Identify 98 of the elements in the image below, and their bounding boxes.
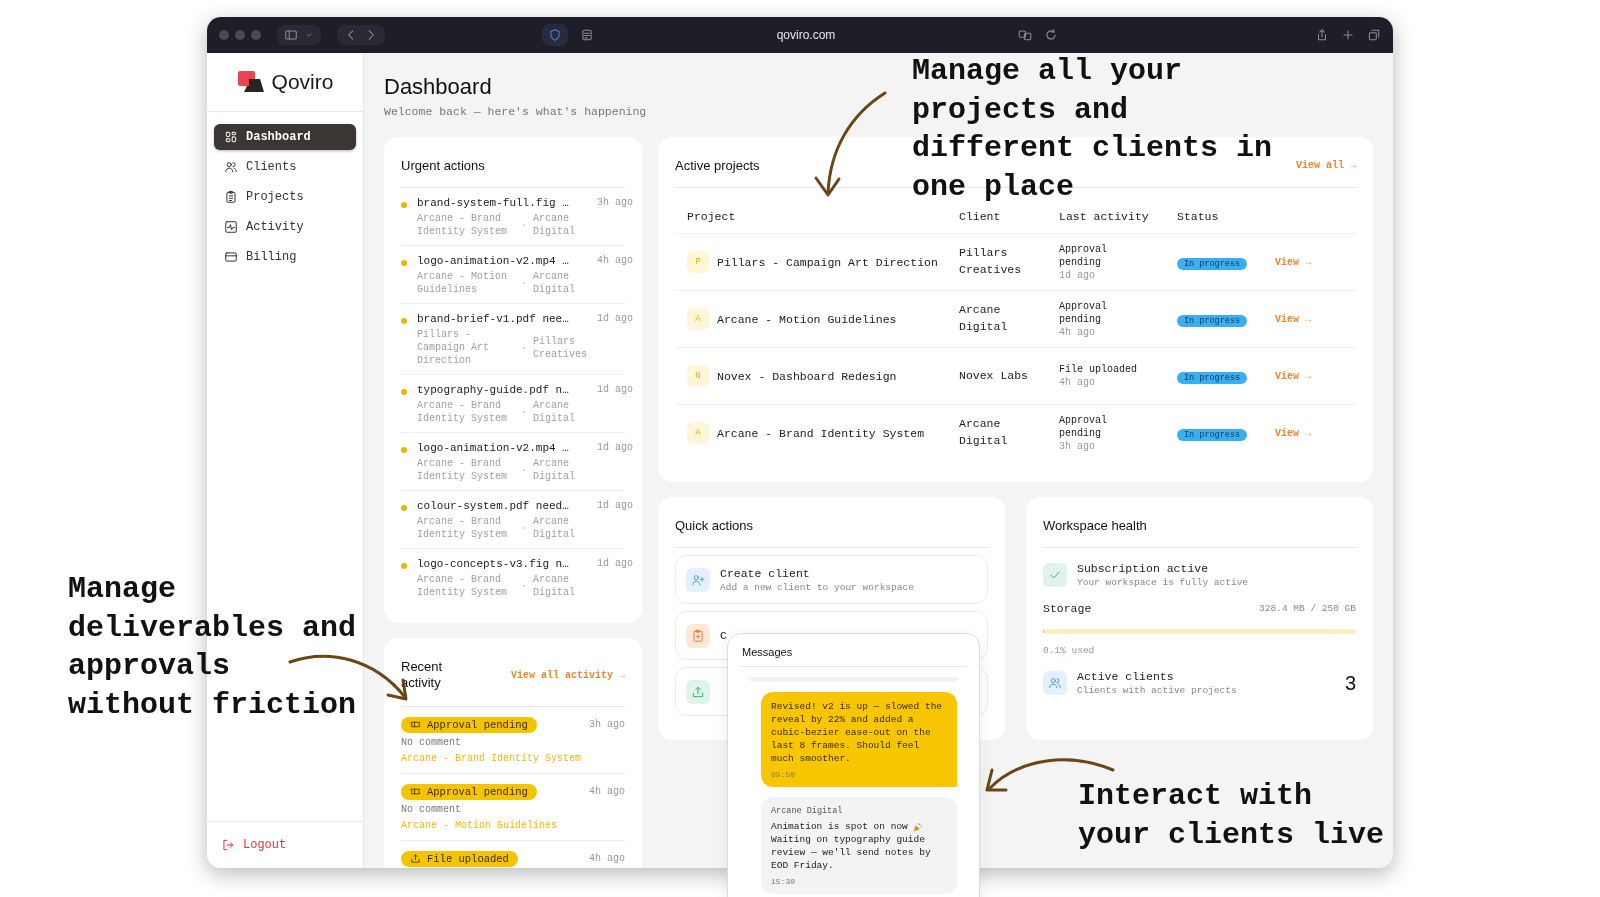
action-title: C — [720, 629, 728, 642]
annotation-text: Manage — [68, 571, 177, 608]
file-name: brand-system-full.fig … — [417, 197, 570, 209]
card-title: Active projects — [675, 158, 760, 173]
client-name: Arcane Digital — [533, 515, 576, 541]
status-badge: In progress — [1177, 429, 1248, 441]
client-name: Arcane Digital — [533, 270, 576, 296]
timestamp: 3h ago — [1059, 439, 1096, 453]
project-name: Arcane - Brand Identity System — [417, 515, 508, 541]
action-title: Create client — [720, 566, 811, 580]
action-description: Add a new client to your workspace — [720, 581, 915, 593]
status-badge: In progress — [1177, 258, 1248, 270]
brand-name: Qoviro — [271, 70, 334, 94]
count-value: 3 — [1344, 671, 1356, 695]
page-subtitle: Welcome back — here's what's happening — [384, 105, 647, 118]
project-name: Arcane - Brand Identity System — [717, 426, 925, 440]
status-badge: Approval pending — [401, 716, 537, 733]
message-text: Animation is spot on now — [771, 820, 908, 834]
card-title: Quick actions — [675, 518, 754, 533]
activity-text: Approval pending — [1059, 242, 1108, 269]
status-title: Active clients — [1077, 670, 1175, 683]
client-name: Arcane Digital — [959, 416, 1009, 449]
storage-note: 0.1% used — [1043, 645, 1096, 656]
project-avatar: P — [687, 251, 709, 273]
timestamp: 4h ago — [1059, 376, 1096, 389]
status-description: Clients with active projects — [1077, 685, 1238, 696]
status-badge: In progress — [1177, 372, 1248, 384]
client-name: Pillars Creatives — [959, 245, 1023, 278]
status-badge: Approval pending — [401, 783, 537, 800]
client-name: Arcane Digital — [533, 399, 576, 425]
card-title: Workspace health — [1043, 518, 1147, 533]
storage-label: Storage — [1043, 602, 1092, 615]
annotation-text: approvals — [68, 648, 231, 685]
comment-text: No comment — [401, 803, 462, 815]
timestamp: 3h ago — [589, 719, 625, 730]
project-name: Arcane - Motion Guidelines — [417, 270, 508, 296]
project-name: Pillars - Campaign Art Direction — [717, 255, 938, 269]
timestamp: 15:30 — [771, 876, 796, 888]
timestamp: 4h ago — [1059, 325, 1096, 339]
panel-title: Messages — [740, 646, 967, 667]
status-title: Subscription active — [1077, 562, 1210, 575]
column-header: Client — [959, 210, 1002, 223]
project-name: Arcane - Brand Identity System — [417, 457, 508, 483]
client-name: Arcane Digital — [533, 457, 576, 483]
activity-text: File uploaded — [1059, 363, 1138, 376]
client-name: Arcane Digital — [959, 302, 1009, 335]
file-name: brand-brief-v1.pdf nee… — [417, 313, 570, 325]
project-name: Pillars - Campaign Art Direction — [417, 328, 490, 367]
client-name: Novex Labs — [959, 367, 1029, 384]
comment-text: No comment — [401, 736, 462, 748]
column-header: Project — [687, 210, 737, 223]
project-name: Arcane - Brand Identity System — [417, 573, 508, 599]
annotation-text: Manage all your — [912, 53, 1183, 90]
annotation-text: one place — [912, 168, 1075, 206]
project-name: Novex - Dashboard Redesign — [717, 369, 897, 383]
client-name: Arcane Digital — [533, 212, 576, 238]
storage-value: 328.4 MB / 250 GB — [1259, 603, 1356, 614]
timestamp: 4h ago — [589, 786, 625, 797]
annotation-text: deliverables and — [68, 609, 357, 647]
status-badge: In progress — [1177, 315, 1248, 327]
timestamp: 1d ago — [1059, 268, 1096, 282]
timestamp: 1d ago — [597, 442, 633, 455]
annotation-text: your clients live — [1078, 816, 1385, 854]
status-description: Your workspace is fully active — [1077, 577, 1250, 588]
message-text: Revised! v2 is up — slowed the reveal by 22% and added a cubic-bezier ease-out on the last 8 frames. Should feel much smoother. — [771, 701, 944, 766]
status-badge: File uploaded — [401, 850, 518, 867]
timestamp: 1d ago — [597, 500, 633, 513]
timestamp: 1d ago — [597, 384, 633, 397]
card-title: Urgent actions — [401, 158, 485, 173]
project-avatar: A — [687, 308, 709, 330]
file-name: logo-animation-v2.mp4 … — [417, 442, 570, 454]
timestamp: 09:50 — [771, 769, 796, 781]
project-avatar: N — [687, 365, 709, 387]
timestamp: 3h ago — [597, 197, 633, 210]
annotation-text: Interact with — [1078, 778, 1313, 815]
activity-text: Approval pending — [1059, 299, 1108, 326]
column-header: Last activity — [1059, 210, 1150, 223]
project-name: Arcane - Motion Guidelines — [717, 312, 897, 326]
project-name: Arcane - Brand Identity System — [417, 399, 508, 425]
file-name: colour-system.pdf need… — [417, 500, 570, 512]
activity-text: Approval pending — [1059, 413, 1108, 440]
client-name: Pillars Creatives — [533, 334, 588, 361]
timestamp: 4h ago — [589, 853, 625, 864]
client-name: Arcane Digital — [533, 573, 576, 599]
annotation-text: different clients in — [912, 130, 1273, 167]
message-text: Waiting on typography guide review — we'll send notes by EOD Friday. — [771, 833, 932, 873]
column-header: Status — [1177, 210, 1220, 223]
project-avatar: A — [687, 422, 709, 444]
annotation-text: without friction — [68, 686, 357, 724]
file-name: logo-concepts-v3.fig n… — [417, 558, 570, 570]
annotation-text: projects and — [912, 91, 1129, 129]
timestamp: 1d ago — [597, 313, 633, 326]
timestamp: 1d ago — [597, 558, 633, 571]
timestamp: 4h ago — [597, 255, 633, 268]
sender-name: Arcane Digital — [771, 806, 844, 818]
file-name: typography-guide.pdf n… — [417, 384, 570, 396]
project-name: Arcane - Brand Identity System — [417, 212, 508, 238]
file-name: logo-animation-v2.mp4 … — [417, 255, 570, 267]
